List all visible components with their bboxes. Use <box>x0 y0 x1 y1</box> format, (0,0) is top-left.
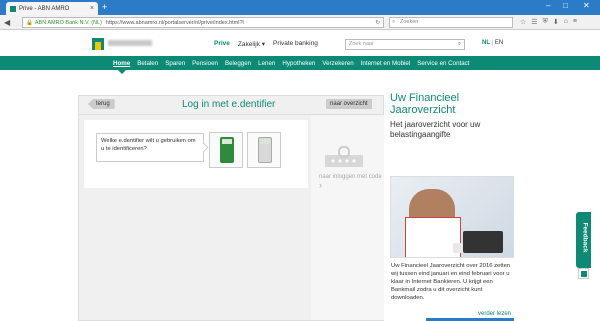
feedback-label: Feedback <box>581 222 589 253</box>
promo-text: Uw Financieel Jaaroverzicht over 2016 ze… <box>391 263 511 301</box>
search-icon[interactable]: ⌕ <box>458 40 461 49</box>
promo-title: Uw Financieel Jaaroverzicht <box>390 92 460 116</box>
lock-keypad-icon <box>325 146 363 167</box>
segment-private-banking[interactable]: Private banking <box>273 40 318 48</box>
laptop-icon <box>463 231 503 253</box>
chevron-right-icon: › <box>319 180 322 190</box>
new-tab-button[interactable]: + <box>102 2 107 13</box>
address-bar[interactable]: 🔒 ABN AMRO Bank N.V. (NL) https://www.ab… <box>22 17 384 28</box>
nav-betalen[interactable]: Betalen <box>137 60 158 67</box>
lang-nl[interactable]: NL <box>482 40 490 46</box>
feedback-tab[interactable]: Feedback <box>576 212 591 268</box>
toolbar-icons: ☆ ☰ ⛨ ⬇ ⌂ ≡ <box>520 18 577 26</box>
promo-subtitle: Het jaaroverzicht voor uw belastingaangi… <box>390 120 481 139</box>
segment-nav: Prive Zakelijk ▾ Private banking <box>214 40 318 48</box>
nav-verzekeren[interactable]: Verzekeren <box>322 60 353 67</box>
close-tab-icon[interactable]: × <box>90 5 94 12</box>
site-search-placeholder: Zoek naar <box>349 41 374 47</box>
device-screen <box>260 139 270 144</box>
segment-prive[interactable]: Prive <box>214 40 230 48</box>
home-icon[interactable]: ⌂ <box>564 18 568 26</box>
main-navigation: Home Betalen Sparen Pensioen Beleggen Le… <box>0 56 600 74</box>
device-hint: Welke e.dentifier wilt u gebruiken om u … <box>96 133 204 162</box>
browser-tab-bar: Prive - ABN AMRO × + – □ ✕ <box>0 0 600 15</box>
nav-hypotheken[interactable]: Hypotheken <box>282 60 315 67</box>
device-screen <box>222 139 232 144</box>
login-title: Log in met e.dentifier <box>182 99 276 110</box>
lock-icon: 🔒 <box>26 19 33 26</box>
back-button[interactable]: terug <box>88 99 115 109</box>
menu-icon[interactable]: ≡ <box>573 18 577 26</box>
back-arrow-icon[interactable]: ◀ <box>4 18 10 27</box>
abn-amro-logo[interactable] <box>92 38 104 50</box>
nav-service-contact[interactable]: Service en Contact <box>417 60 469 67</box>
site-identity: ABN AMRO Bank N.V. (NL) <box>34 19 102 26</box>
edentifier-grey-option[interactable] <box>247 132 281 168</box>
reload-icon[interactable]: ↻ <box>375 20 380 26</box>
code-login-text: naar inloggen met code › <box>319 173 384 191</box>
active-nav-indicator <box>118 70 126 74</box>
star-icon[interactable]: ☆ <box>520 18 526 26</box>
lang-en[interactable]: EN <box>495 40 503 46</box>
browser-tab[interactable]: Prive - ABN AMRO × <box>6 2 98 15</box>
browser-search-placeholder: Zoeken <box>400 19 419 25</box>
url-text: https://www.abnamro.nl/portalserver/nl/p… <box>105 19 244 26</box>
shield-icon <box>578 268 589 279</box>
maximize-button[interactable]: □ <box>563 1 568 10</box>
promo-image <box>390 176 514 258</box>
nav-pensioen[interactable]: Pensioen <box>192 60 218 67</box>
search-icon: ⌕ <box>392 19 396 25</box>
download-icon[interactable]: ⬇ <box>553 18 559 26</box>
nav-internet-mobiel[interactable]: Internet en Mobiel <box>361 60 411 67</box>
site-search-input[interactable]: Zoek naar ⌕ <box>345 39 465 50</box>
code-login-label: naar inloggen met code <box>319 174 382 180</box>
language-switch: NL | EN <box>482 40 503 46</box>
cup-icon <box>453 243 463 253</box>
tab-title: Prive - ABN AMRO <box>19 5 70 12</box>
browser-toolbar: ◀ 🔒 ABN AMRO Bank N.V. (NL) https://www.… <box>0 15 600 30</box>
device-selection: Welke e.dentifier wilt u gebruiken om u … <box>84 120 308 188</box>
nav-beleggen[interactable]: Beleggen <box>225 60 251 67</box>
minimize-button[interactable]: – <box>546 1 550 10</box>
reading-list-icon[interactable]: ☰ <box>531 18 537 26</box>
nav-home[interactable]: Home <box>113 60 130 67</box>
favicon-icon <box>10 5 16 12</box>
nav-lenen[interactable]: Lenen <box>258 60 275 67</box>
segment-zakelijk[interactable]: Zakelijk ▾ <box>238 40 265 48</box>
edentifier-green-option[interactable] <box>209 132 243 168</box>
blurred-logo-text <box>108 40 152 46</box>
promo-block: Uw Financieel Jaaroverzicht Het jaarover… <box>390 92 520 140</box>
nav-sparen[interactable]: Sparen <box>165 60 185 67</box>
close-window-button[interactable]: ✕ <box>583 1 590 10</box>
login-panel: terug Log in met e.dentifier naar overzi… <box>78 95 384 321</box>
read-more-link[interactable]: verder lezen <box>478 311 511 317</box>
browser-search-input[interactable]: ⌕ Zoeken <box>389 17 513 28</box>
overview-button[interactable]: naar overzicht <box>326 99 372 109</box>
shield-icon[interactable]: ⛨ <box>543 18 548 26</box>
code-login-link[interactable]: naar inloggen met code › <box>311 115 384 320</box>
